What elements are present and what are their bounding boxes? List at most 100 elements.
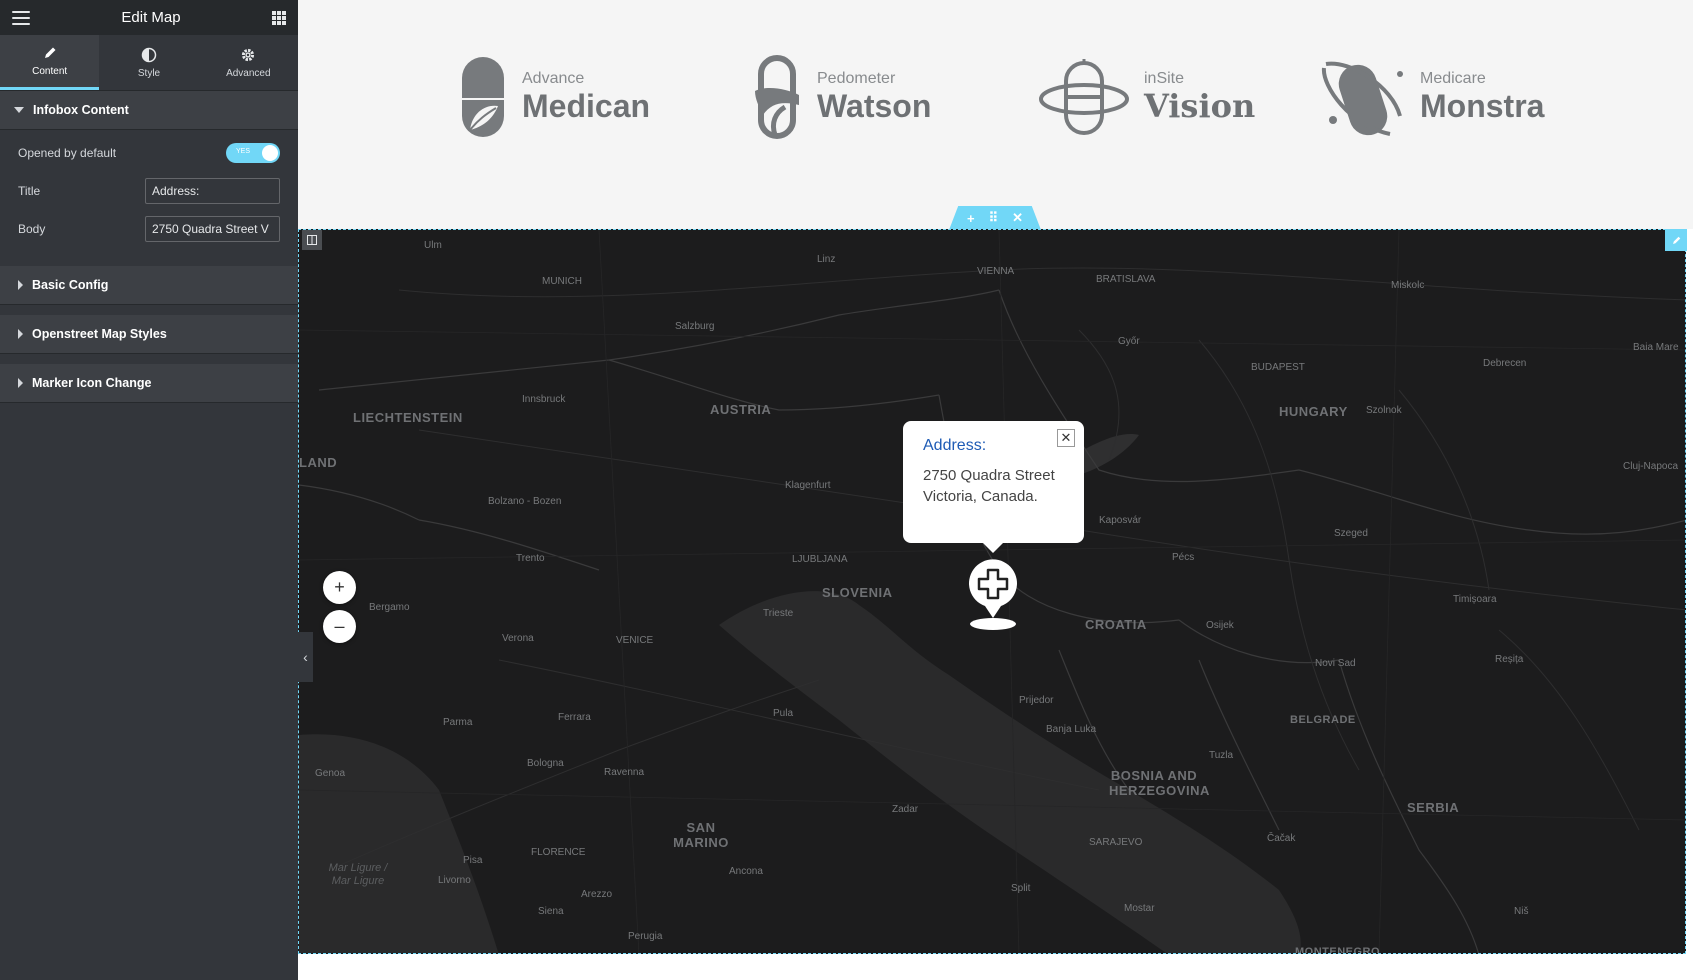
capsule-orbit-icon <box>1039 59 1129 135</box>
map-label-city: Split <box>1011 883 1031 894</box>
logo-main-text: Medican <box>522 88 651 124</box>
logo-pedometer-watson: Pedometer Watson <box>753 52 931 142</box>
map-marker-icon[interactable] <box>967 558 1019 630</box>
map-label-city: Parma <box>443 717 473 728</box>
map-label-country: HUNGARY <box>1279 404 1348 419</box>
map-label-city: Trieste <box>763 608 794 619</box>
map-label-city: Genoa <box>315 768 346 779</box>
control-body: Body 2750 Quadra Street V <box>18 210 280 248</box>
infobox-close-button[interactable]: ✕ <box>1057 429 1075 447</box>
logos-section: Advance Medican Pedometer Watson inSite … <box>298 0 1693 229</box>
zoom-in-button[interactable]: + <box>323 571 356 604</box>
map-label-city: VENICE <box>616 635 654 646</box>
map-label-city: VIENNA <box>977 266 1015 277</box>
section-infobox-content: Infobox Content <box>0 91 298 130</box>
map-label-city: MONTENEGRO <box>1295 946 1381 954</box>
map-label-city: Szeged <box>1334 528 1368 539</box>
map-label-city: Bologna <box>527 758 564 769</box>
logo-sub-text: Advance <box>522 70 585 87</box>
map-label-city: Linz <box>817 254 836 265</box>
pencil-icon <box>44 47 56 58</box>
move-section-button[interactable]: ⠿ <box>989 210 999 226</box>
map-label-sea: Mar Ligure / Mar Ligure <box>328 862 388 887</box>
section-marker-icon-change-label: Marker Icon Change <box>32 376 152 390</box>
infobox-controls: Opened by default YES Title Address: Bod… <box>0 130 298 256</box>
control-title: Title Address: <box>18 172 280 210</box>
map-label-city: Trento <box>516 553 545 564</box>
map-label-city: Siena <box>538 906 564 917</box>
map-widget[interactable]: AUSTRIA HUNGARY SLOVENIA CROATIA LIECHTE… <box>298 229 1686 954</box>
tab-content[interactable]: Content <box>0 35 100 90</box>
map-label-city: Pula <box>773 708 794 719</box>
section-handle: + ⠿ ✕ <box>949 206 1041 230</box>
title-input[interactable]: Address: <box>145 178 280 204</box>
logo-main-text: Vision <box>1144 87 1256 125</box>
widgets-grid-icon[interactable] <box>271 10 286 25</box>
map-label-city: Debrecen <box>1483 358 1527 369</box>
map-label-city: LAND <box>299 455 338 470</box>
column-icon <box>307 235 317 245</box>
section-marker-icon-change-toggle[interactable]: Marker Icon Change <box>0 364 298 402</box>
map-label-city: Cluj-Napoca <box>1623 461 1679 472</box>
map-label-country: BOSNIA AND HERZEGOVINA <box>1109 768 1210 798</box>
map-label-city: BUDAPEST <box>1251 362 1305 373</box>
map-label-city: Ferrara <box>558 712 591 723</box>
body-label: Body <box>18 222 46 236</box>
infobox-body: 2750 Quadra Street Victoria, Canada. <box>923 467 1055 505</box>
map-label-country: LIECHTENSTEIN <box>353 410 463 425</box>
map-label-city: Prijedor <box>1019 695 1054 706</box>
hamburger-menu-icon[interactable] <box>12 10 30 25</box>
logo-main-text: Watson <box>817 88 932 124</box>
map-label-city: Novi Sad <box>1315 658 1356 669</box>
chevron-left-icon: ‹ <box>303 649 308 665</box>
section-gap <box>0 354 298 364</box>
map-label-city: Klagenfurt <box>785 480 831 491</box>
map-label-city: Perugia <box>628 931 663 942</box>
map-label-city: SARAJEVO <box>1089 837 1143 848</box>
section-openstreet-map-styles-toggle[interactable]: Openstreet Map Styles <box>0 315 298 353</box>
map-label-city: FLORENCE <box>531 847 586 858</box>
map-label-city: Bolzano - Bozen <box>488 496 562 507</box>
map-infobox: ✕ Address: 2750 Quadra Street Victoria, … <box>903 421 1084 553</box>
opened-by-default-switch[interactable]: YES <box>226 143 280 163</box>
opened-by-default-label: Opened by default <box>18 146 117 160</box>
map-label-city: Timișoara <box>1453 594 1497 605</box>
tab-advanced[interactable]: Advanced <box>199 35 298 90</box>
map-label-city: Tuzla <box>1209 750 1234 761</box>
map-label-city: Pisa <box>463 855 483 866</box>
add-section-button[interactable]: + <box>967 211 975 226</box>
logo-sub-text: Pedometer <box>817 70 896 87</box>
control-opened-by-default: Opened by default YES <box>18 134 280 172</box>
remove-section-button[interactable]: ✕ <box>1012 210 1023 226</box>
section-infobox-content-toggle[interactable]: Infobox Content <box>0 91 298 129</box>
body-input[interactable]: 2750 Quadra Street V <box>145 216 280 242</box>
map-label-city: Szolnok <box>1366 405 1402 416</box>
map-label-city: Livorno <box>438 875 471 886</box>
map-label-city: Kaposvár <box>1099 515 1142 526</box>
map-label-city: Verona <box>502 633 534 644</box>
map-label-country: CROATIA <box>1085 617 1147 632</box>
map-label-city: Osijek <box>1206 620 1234 631</box>
map-label-city: Zadar <box>892 804 919 815</box>
map-label-city: Miskolc <box>1391 280 1425 291</box>
section-handle-buttons: + ⠿ ✕ <box>949 206 1041 230</box>
section-gap <box>0 256 298 266</box>
map-label-city: Arezzo <box>581 889 613 900</box>
map-label-city: Innsbruck <box>522 394 566 405</box>
section-basic-config-toggle[interactable]: Basic Config <box>0 266 298 304</box>
page-bottom-area <box>298 954 1693 980</box>
logo-sub-text: Medicare <box>1420 70 1486 87</box>
tab-style[interactable]: Style <box>99 35 198 90</box>
section-basic-config-label: Basic Config <box>32 278 109 292</box>
collapse-panel-button[interactable]: ‹ <box>298 632 313 682</box>
section-openstreet-map-styles-label: Openstreet Map Styles <box>32 327 167 341</box>
section-openstreet-map-styles: Openstreet Map Styles <box>0 315 298 354</box>
map-label-country: SAN MARINO <box>673 820 729 850</box>
edit-widget-handle[interactable] <box>1665 229 1687 251</box>
map-label-city: Baia Mare <box>1633 342 1679 353</box>
zoom-out-button[interactable]: – <box>323 610 356 643</box>
map-label-city: Bergamo <box>369 602 410 613</box>
map-label-city: Győr <box>1118 336 1140 347</box>
column-handle[interactable] <box>302 230 322 250</box>
caret-right-icon <box>18 329 23 339</box>
